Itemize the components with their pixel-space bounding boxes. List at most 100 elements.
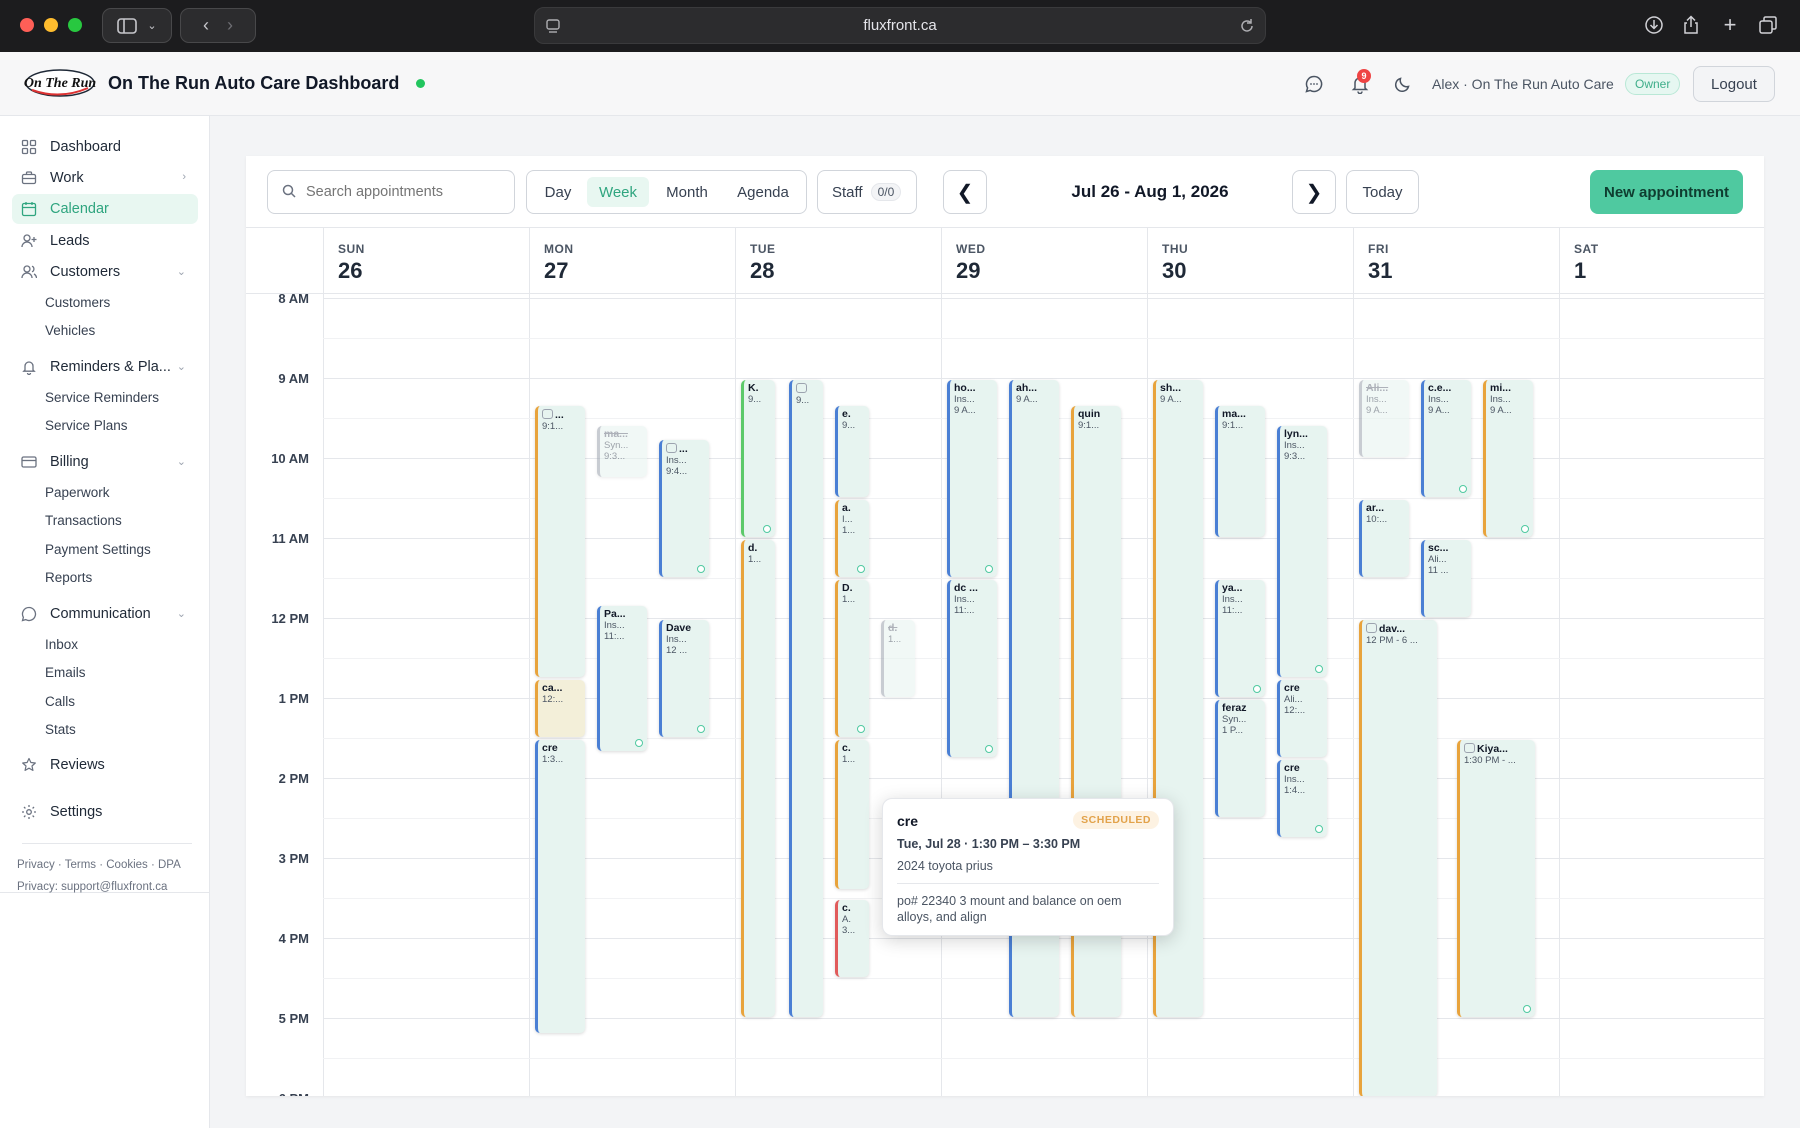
appointment-block[interactable]: ma... Syn... 9:3... xyxy=(597,426,647,477)
tab-overview-icon[interactable] xyxy=(1753,10,1783,40)
appointment-block[interactable]: ya... Ins... 11:... xyxy=(1215,580,1265,697)
sidebar-subitem-payment-settings[interactable]: Payment Settings xyxy=(45,542,151,557)
sidebar-item-billing[interactable]: Billing ⌄ xyxy=(12,447,198,477)
appointment-block[interactable]: sc... Ali... 11 ... xyxy=(1421,540,1471,617)
zoom-window-button[interactable] xyxy=(68,18,82,32)
new-tab-icon[interactable]: + xyxy=(1715,10,1745,40)
status-circle-icon xyxy=(1315,664,1323,673)
share-icon[interactable] xyxy=(1676,10,1706,40)
appointment-block[interactable]: ho... Ins... 9 A... xyxy=(947,380,997,577)
appointment-block[interactable]: lyn... Ins... 9:3... xyxy=(1277,426,1327,677)
tab-month[interactable]: Month xyxy=(653,177,721,207)
dark-mode-moon-icon[interactable] xyxy=(1389,70,1417,98)
appointment-block[interactable]: dav... 12 PM - 6 ... xyxy=(1359,620,1437,1096)
chevron-down-icon: ⌄ xyxy=(176,608,186,620)
tab-day[interactable]: Day xyxy=(533,177,583,207)
appointment-detail: 10:... xyxy=(1366,514,1388,525)
appointment-block[interactable]: c. 1... xyxy=(835,740,869,889)
appointment-block[interactable]: Pa... Ins... 11:... xyxy=(597,606,647,751)
new-appointment-button[interactable]: New appointment xyxy=(1590,170,1743,214)
appointment-block[interactable]: ... 9:1... xyxy=(535,406,585,677)
sidebar-item-customers[interactable]: Customers ⌄ xyxy=(12,257,198,287)
appointment-block[interactable]: ma... 9:1... xyxy=(1215,406,1265,537)
search-input[interactable] xyxy=(306,184,486,200)
sidebar-subitem-emails[interactable]: Emails xyxy=(45,665,86,680)
appointment-block[interactable]: cre 1:3... xyxy=(535,740,585,1033)
sidebar-item-label: Work xyxy=(50,170,84,186)
logout-button[interactable]: Logout xyxy=(1693,66,1775,102)
appointment-block[interactable]: a. I... 1... xyxy=(835,500,869,577)
sidebar-item-reminders[interactable]: Reminders & Pla... ⌄ xyxy=(12,352,198,382)
company-logo[interactable]: On The Run xyxy=(24,66,96,100)
sidebar-subitem-stats[interactable]: Stats xyxy=(45,722,76,737)
appointment-block[interactable]: ca... 12:... xyxy=(535,680,585,737)
sidebar-subitem-vehicles[interactable]: Vehicles xyxy=(45,323,95,338)
appointment-block[interactable]: cre Ali... 12:... xyxy=(1277,680,1327,757)
appointment-block[interactable]: K. 9... xyxy=(741,380,775,537)
chat-icon[interactable] xyxy=(1300,70,1328,98)
appointment-popover[interactable]: cre SCHEDULED Tue, Jul 28 · 1:30 PM – 3:… xyxy=(882,798,1174,936)
sidebar-item-communication[interactable]: Communication ⌄ xyxy=(12,599,198,629)
appointment-block[interactable]: ... Ins... 9:4... xyxy=(659,440,709,577)
sidebar-item-reviews[interactable]: Reviews xyxy=(12,750,198,780)
appointment-detail: 12:... xyxy=(542,694,564,705)
forward-icon[interactable]: › xyxy=(227,15,233,36)
day-header-thu[interactable]: THU 30 xyxy=(1147,228,1353,294)
sidebar-item-leads[interactable]: Leads xyxy=(12,226,198,256)
staff-filter[interactable]: Staff 0/0 xyxy=(817,170,917,214)
appointment-block[interactable]: dc ... Ins... 11:... xyxy=(947,580,997,757)
time-label: 4 PM xyxy=(278,931,309,946)
appointment-block[interactable]: cre Ins... 1:4... xyxy=(1277,760,1327,837)
day-header-tue[interactable]: TUE 28 xyxy=(735,228,941,294)
minimize-window-button[interactable] xyxy=(44,18,58,32)
appointment-block[interactable]: Dave Ins... 12 ... xyxy=(659,620,709,737)
appointment-block[interactable]: D. 1... xyxy=(835,580,869,737)
appointment-detail: 11:... xyxy=(604,631,625,643)
sidebar-subitem-service-plans[interactable]: Service Plans xyxy=(45,418,128,433)
sidebar-subitem-reports[interactable]: Reports xyxy=(45,570,92,585)
next-week-button[interactable]: ❯ xyxy=(1292,170,1336,214)
appointment-block[interactable]: Ali... Ins... 9 A... xyxy=(1359,380,1409,457)
appointment-block[interactable]: e. 9... xyxy=(835,406,869,497)
sidebar-subitem-service-reminders[interactable]: Service Reminders xyxy=(45,390,159,405)
appointment-block[interactable]: d. 1... xyxy=(741,540,775,1017)
status-circle-icon xyxy=(857,725,865,733)
sidebar-subitem-transactions[interactable]: Transactions xyxy=(45,513,122,528)
day-header-mon[interactable]: MON 27 xyxy=(529,228,735,294)
appointment-title: e. xyxy=(842,409,851,421)
sidebar-subitem-inbox[interactable]: Inbox xyxy=(45,637,78,652)
back-icon[interactable]: ‹ xyxy=(203,15,209,36)
sidebar-item-work[interactable]: Work › xyxy=(12,163,198,193)
sidebar-item-settings[interactable]: Settings xyxy=(12,797,198,827)
chevron-down-icon: ⌄ xyxy=(176,266,186,278)
sidebar-subitem-calls[interactable]: Calls xyxy=(45,694,75,709)
sidebar-subitem-paperwork[interactable]: Paperwork xyxy=(45,485,110,500)
legal-links[interactable]: Privacy · Terms · Cookies · DPA xyxy=(17,859,181,871)
url-bar[interactable]: fluxfront.ca xyxy=(534,7,1266,44)
appointment-block[interactable]: feraz Syn... 1 P... xyxy=(1215,700,1265,817)
prev-week-button[interactable]: ❮ xyxy=(943,170,987,214)
appointment-block[interactable]: 9... xyxy=(789,380,823,1017)
message-icon xyxy=(796,383,807,393)
tab-week[interactable]: Week xyxy=(587,177,649,207)
appointment-block[interactable]: mi... Ins... 9 A... xyxy=(1483,380,1533,537)
appointment-block[interactable]: Kiya... 1:30 PM - ... xyxy=(1457,740,1535,1017)
appointment-block[interactable]: d. 1... xyxy=(881,620,915,697)
day-header-wed[interactable]: WED 29 xyxy=(941,228,1147,294)
sidebar-item-dashboard[interactable]: Dashboard xyxy=(12,132,198,162)
tab-agenda[interactable]: Agenda xyxy=(725,177,801,207)
appointment-block[interactable]: ar... 10:... xyxy=(1359,500,1409,577)
sidebar-item-calendar[interactable]: Calendar xyxy=(12,194,198,224)
today-button[interactable]: Today xyxy=(1346,170,1419,214)
day-header-sat[interactable]: SAT 1 xyxy=(1559,228,1765,294)
download-icon[interactable] xyxy=(1639,10,1669,40)
appointment-block[interactable]: c.e... Ins... 9 A... xyxy=(1421,380,1471,497)
sidebar-subitem-customers[interactable]: Customers xyxy=(45,295,110,310)
search-box[interactable] xyxy=(267,170,515,214)
day-header-sun[interactable]: SUN 26 xyxy=(323,228,529,294)
sidebar-toggle-button[interactable]: ⌄ xyxy=(102,8,172,43)
reload-icon[interactable] xyxy=(1239,18,1255,34)
appointment-block[interactable]: c. A. 3... xyxy=(835,900,869,977)
close-window-button[interactable] xyxy=(20,18,34,32)
day-header-fri[interactable]: FRI 31 xyxy=(1353,228,1559,294)
